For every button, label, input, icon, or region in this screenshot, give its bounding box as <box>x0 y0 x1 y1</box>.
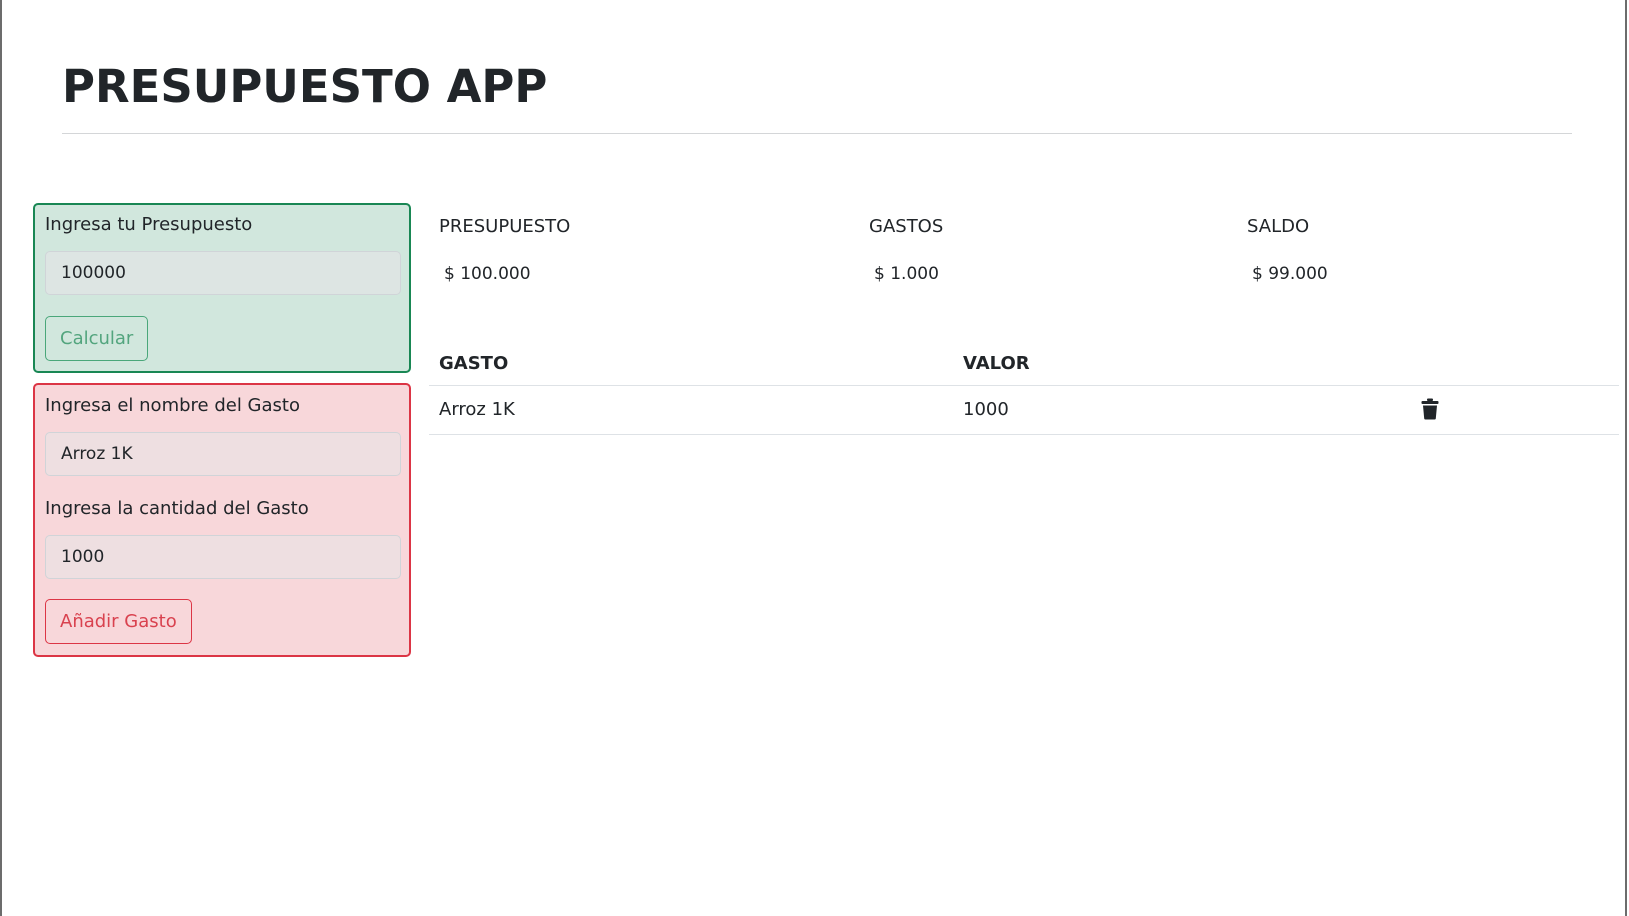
title-divider <box>62 133 1572 134</box>
table-row-divider <box>429 434 1619 435</box>
budget-label: Ingresa tu Presupuesto <box>45 214 253 235</box>
column-header-gasto: GASTO <box>439 353 509 374</box>
expense-name-label: Ingresa el nombre del Gasto <box>45 395 300 416</box>
app-window: PRESUPUESTO APP Ingresa tu Presupuesto 1… <box>0 0 1627 916</box>
expense-form: Ingresa el nombre del Gasto Arroz 1K Ing… <box>33 383 411 657</box>
expense-amount-input[interactable]: 1000 <box>45 535 401 579</box>
calculate-button[interactable]: Calcular <box>45 316 149 361</box>
page-title: PRESUPUESTO APP <box>62 60 548 113</box>
expense-value-cell: 1000 <box>963 399 1009 420</box>
budget-form: Ingresa tu Presupuesto 100000 Calcular <box>33 203 411 373</box>
add-expense-button[interactable]: Añadir Gasto <box>45 599 192 644</box>
expense-name-input[interactable]: Arroz 1K <box>45 432 401 476</box>
summary-expenses-label: GASTOS <box>869 216 944 237</box>
summary-balance-label: SALDO <box>1247 216 1310 237</box>
column-header-valor: VALOR <box>963 353 1030 374</box>
summary-expenses-value: $ 1.000 <box>874 264 939 284</box>
summary-balance-value: $ 99.000 <box>1252 264 1328 284</box>
trash-icon[interactable] <box>1420 398 1440 420</box>
summary-budget-label: PRESUPUESTO <box>439 216 571 237</box>
summary-budget-value: $ 100.000 <box>444 264 531 284</box>
table-header-divider <box>429 385 1619 386</box>
expense-amount-label: Ingresa la cantidad del Gasto <box>45 498 309 519</box>
expense-name-cell: Arroz 1K <box>439 399 515 420</box>
budget-input[interactable]: 100000 <box>45 251 401 295</box>
